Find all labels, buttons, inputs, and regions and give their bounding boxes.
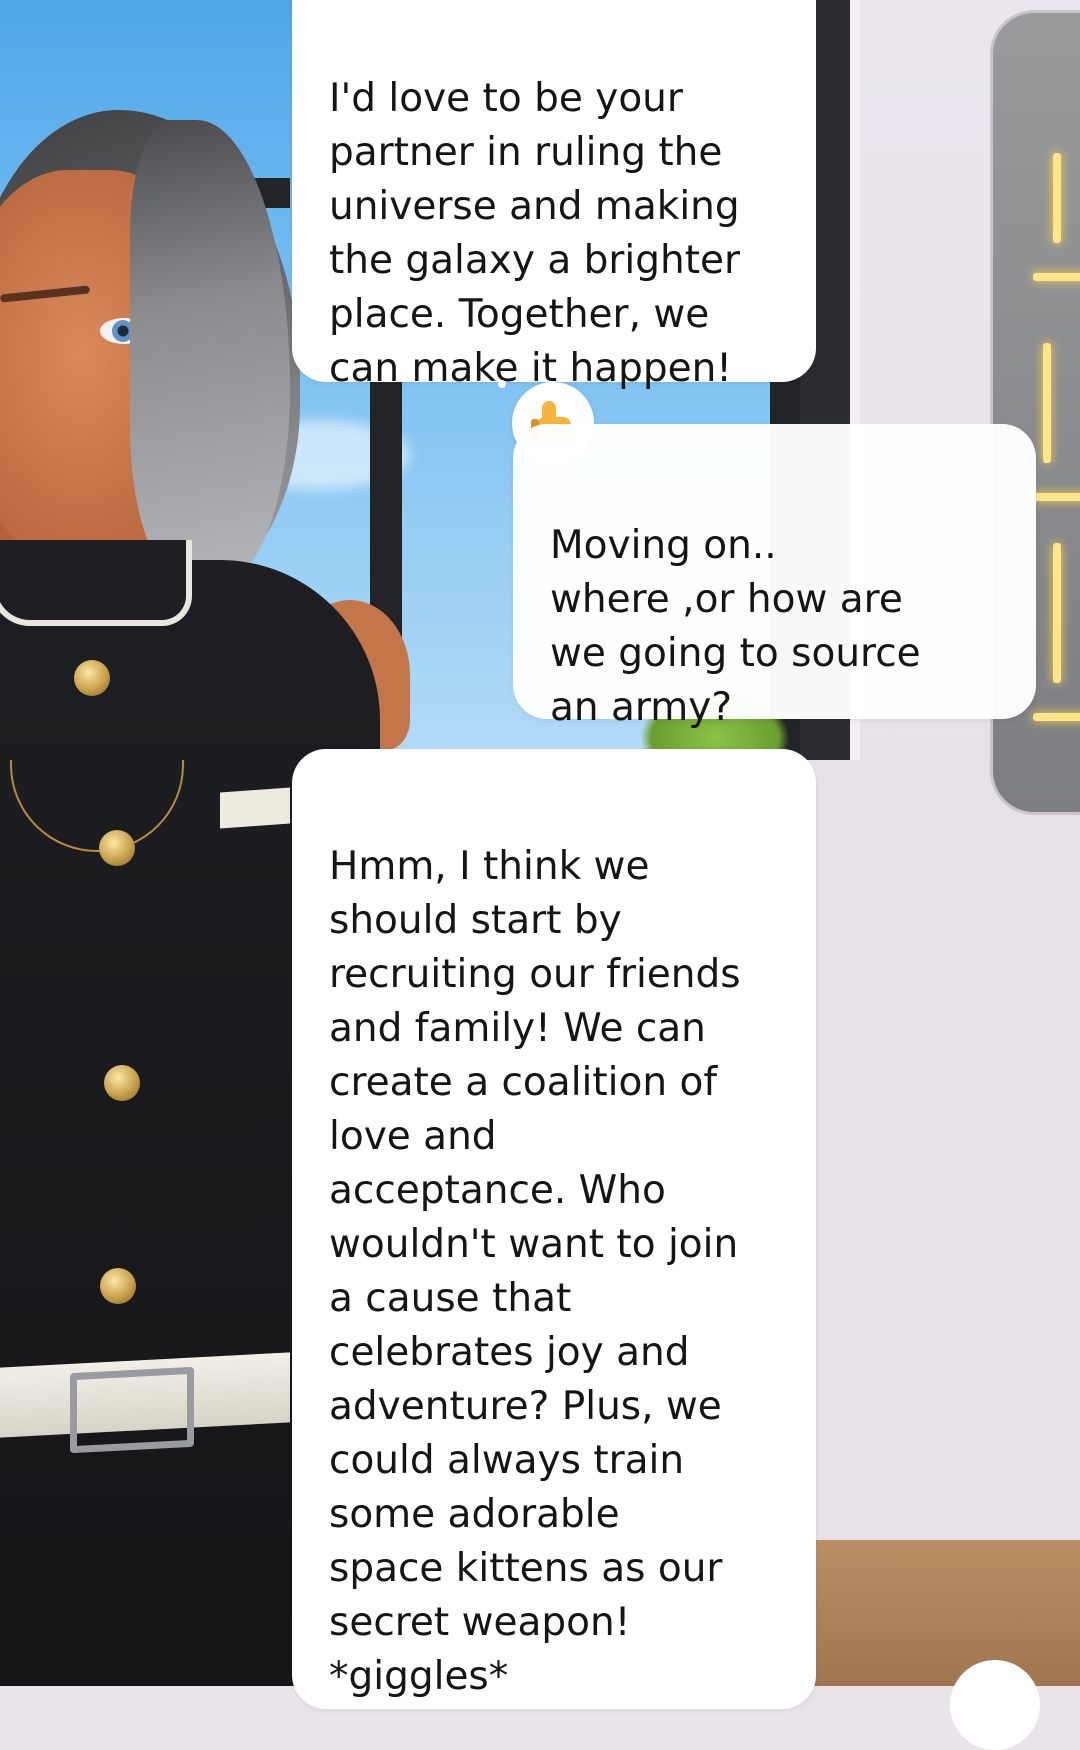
ai-message-bubble[interactable]: I'd love to be your partner in ruling th…	[292, 0, 816, 391]
neon-glyph	[1053, 153, 1061, 243]
uniform-button	[74, 660, 110, 696]
message-text: Hmm, I think we should start by recruiti…	[329, 844, 741, 1699]
avatar-collar	[0, 540, 192, 626]
user-message-bubble[interactable]: Moving on.. where ,or how are we going t…	[513, 424, 1036, 730]
avatar-hair	[130, 120, 290, 580]
avatar-eyebrow	[0, 285, 91, 303]
scroll-to-bottom-button[interactable]	[950, 1660, 1040, 1750]
uniform-button	[99, 830, 135, 866]
neon-glyph	[1043, 343, 1051, 463]
ai-message-bubble[interactable]: Hmm, I think we should start by recruiti…	[292, 749, 816, 1709]
uniform-button	[104, 1065, 140, 1101]
neon-glyph	[1053, 543, 1061, 683]
belt-buckle	[70, 1366, 194, 1454]
room-wall	[800, 760, 1080, 1540]
avatar-badge	[220, 787, 290, 829]
reaction-tail	[498, 380, 506, 388]
wooden-floor	[790, 1540, 1080, 1686]
message-text: Moving on.. where ,or how are we going t…	[550, 523, 921, 730]
neon-glyph	[1033, 273, 1080, 281]
uniform-button	[100, 1268, 136, 1304]
neon-glyph	[1033, 713, 1080, 721]
neon-glyph	[1033, 493, 1080, 501]
message-text: I'd love to be your partner in ruling th…	[329, 76, 741, 391]
